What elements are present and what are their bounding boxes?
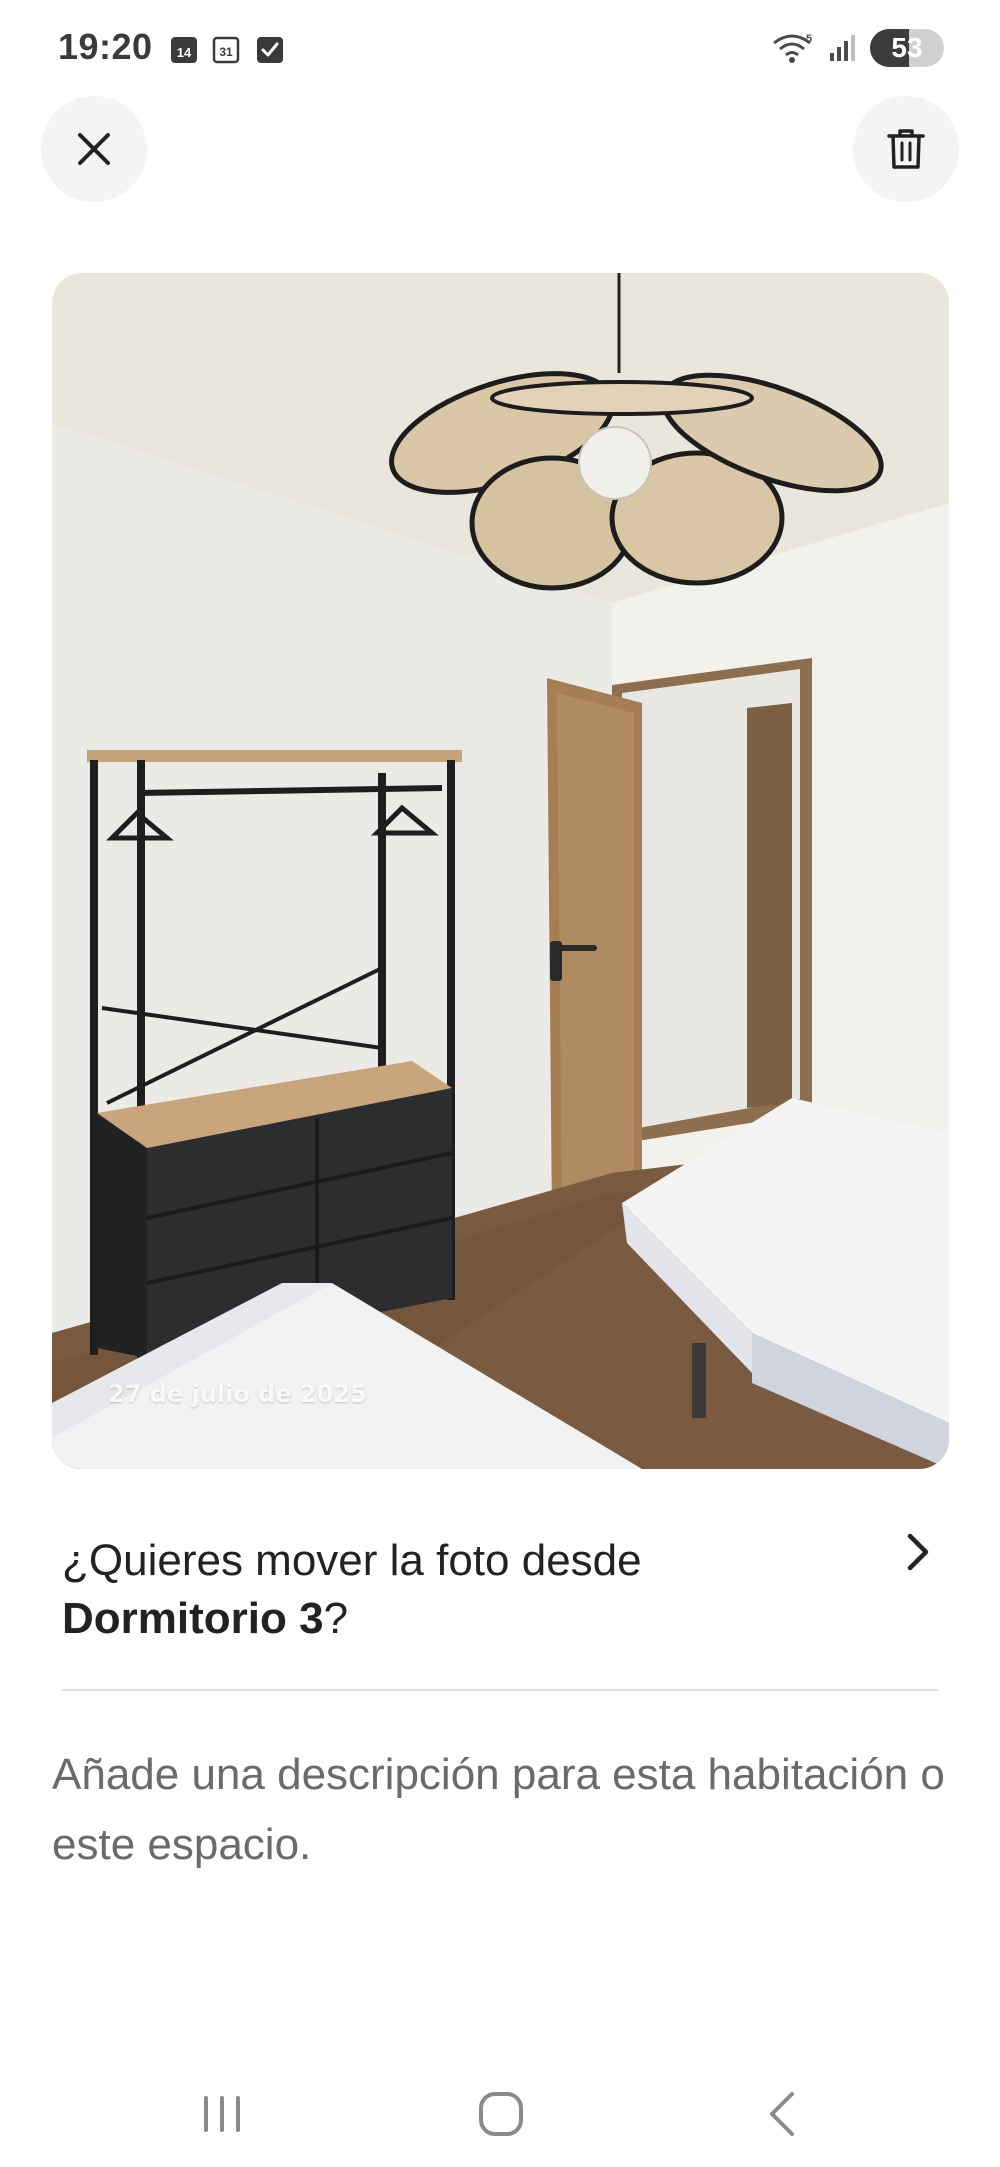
status-bar: 19:20 14 31 5 53 xyxy=(0,0,1000,96)
room-photo[interactable]: 27 de julio de 2025 xyxy=(52,273,949,1469)
battery-level: 53 xyxy=(891,32,923,63)
system-status: 5 53 xyxy=(772,26,944,70)
calendar-31-label: 31 xyxy=(219,45,233,59)
close-icon xyxy=(78,133,110,165)
back-button[interactable] xyxy=(752,2084,812,2144)
trash-icon xyxy=(887,129,925,169)
photo-date: 27 de julio de 2025 xyxy=(108,1380,367,1408)
battery-icon: 53 xyxy=(870,29,944,67)
chevron-right-icon xyxy=(907,1533,929,1571)
home-button[interactable] xyxy=(471,2084,531,2144)
move-photo-prompt[interactable]: ¿Quieres mover la foto desde Dormitorio … xyxy=(62,1532,938,1652)
wifi-icon: 5 xyxy=(773,33,812,63)
calendar-14-icon: 14 xyxy=(171,37,197,63)
divider xyxy=(62,1689,938,1691)
room-photo-image xyxy=(52,273,949,1469)
signal-icon xyxy=(830,35,855,61)
status-time: 19:20 xyxy=(58,26,153,67)
back-icon xyxy=(770,2092,794,2136)
delete-photo-button[interactable] xyxy=(853,96,959,202)
home-icon xyxy=(479,2092,523,2136)
calendar-14-label: 14 xyxy=(177,45,192,60)
move-photo-prefix: ¿Quieres mover la foto desde xyxy=(62,1536,642,1585)
description-field[interactable]: Añade una descripción para esta habitaci… xyxy=(52,1740,952,1880)
current-room-name: Dormitorio 3 xyxy=(62,1594,324,1643)
wifi-band-label: 5 xyxy=(806,33,812,45)
system-nav-bar xyxy=(0,2050,1000,2167)
recents-icon xyxy=(204,2096,240,2132)
move-photo-suffix: ? xyxy=(323,1594,349,1643)
move-photo-text: ¿Quieres mover la foto desde Dormitorio … xyxy=(62,1532,938,1648)
close-button[interactable] xyxy=(41,96,147,202)
checkbox-icon xyxy=(257,37,283,63)
recents-button[interactable] xyxy=(192,2084,252,2144)
calendar-31-icon: 31 xyxy=(212,36,240,64)
